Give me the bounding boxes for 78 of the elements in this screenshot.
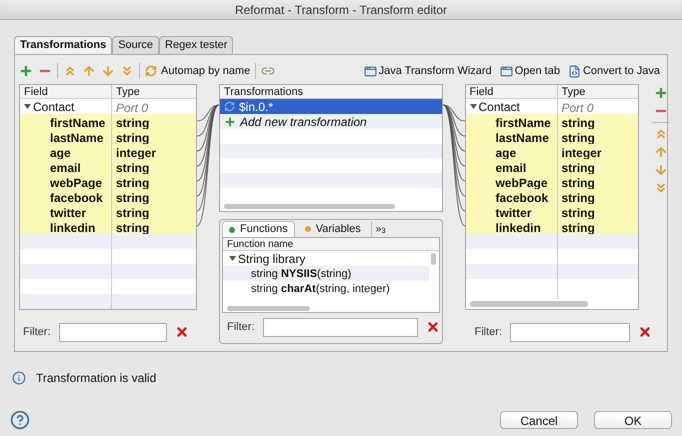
toolbar-button[interactable]: Open tab	[500, 62, 560, 80]
field-type: string	[560, 190, 595, 204]
clear-filter-icon[interactable]	[638, 325, 652, 339]
tab[interactable]: Source	[112, 36, 160, 54]
field-type: string	[115, 160, 150, 174]
automap-button[interactable]: Automap by name	[145, 62, 250, 80]
window-icon	[364, 64, 377, 78]
field-type: string	[115, 190, 150, 204]
info-icon	[12, 371, 26, 385]
window-title: Reformat - Transform - Transform editor	[234, 2, 448, 18]
move-down-icon[interactable]	[654, 163, 668, 177]
move-up-icon[interactable]	[654, 145, 668, 159]
dialog-button[interactable]: Cancel	[500, 411, 578, 429]
tab[interactable]: Regex tester	[159, 36, 234, 54]
field-type: string	[560, 175, 595, 189]
move-down-icon[interactable]	[101, 64, 115, 78]
expand-triangle-icon[interactable]	[470, 103, 476, 110]
move-bottom-icon[interactable]	[120, 64, 134, 78]
field-type: integer	[115, 145, 156, 159]
expand-triangle-icon[interactable]	[229, 255, 236, 262]
field-type: string	[560, 205, 595, 219]
tab[interactable]: Transformations	[14, 36, 112, 54]
function-row[interactable]: string NYSIIS(string)	[223, 266, 428, 281]
field-type: string	[115, 115, 150, 129]
move-top-icon[interactable]	[63, 64, 77, 78]
clear-filter-icon[interactable]	[426, 320, 440, 334]
record-name: Contact	[33, 98, 74, 116]
filter-field[interactable]	[262, 318, 418, 336]
code-file-icon	[568, 64, 581, 78]
filter-field[interactable]	[510, 322, 630, 342]
filter-label: Filter:	[474, 324, 502, 340]
field-type: string	[115, 175, 150, 189]
column-header: Type	[560, 85, 586, 98]
transformation-row[interactable]: Add new transformation	[220, 114, 442, 129]
expand-triangle-icon[interactable]	[24, 103, 31, 110]
refresh-icon	[145, 65, 157, 77]
column-header: Field	[20, 85, 112, 98]
add-icon	[224, 116, 236, 128]
help-icon[interactable]	[10, 410, 30, 430]
field-type: string	[560, 220, 595, 234]
field-type: string	[560, 160, 595, 174]
filter-field[interactable]	[58, 322, 166, 342]
port-label: Port 0	[560, 100, 594, 114]
filter-label: Filter:	[227, 320, 254, 335]
add-icon[interactable]	[19, 64, 33, 78]
field-type: string	[115, 205, 150, 219]
move-top-icon[interactable]	[654, 127, 668, 141]
scrollbar[interactable]	[227, 306, 310, 310]
column-header: Function name	[223, 238, 438, 251]
dialog-button[interactable]: OK	[594, 411, 672, 429]
field-type: string	[560, 130, 595, 144]
add-icon[interactable]	[654, 86, 668, 100]
scrollbar[interactable]	[431, 253, 436, 265]
field-type: integer	[560, 145, 602, 159]
tab[interactable]: Functions	[222, 221, 295, 237]
column-header: Field	[466, 85, 558, 98]
record-name: Contact	[478, 98, 520, 116]
toolbar-button[interactable]: Convert to Java	[568, 62, 660, 80]
port-label: Port 0	[115, 100, 148, 114]
move-bottom-icon[interactable]	[654, 181, 668, 195]
mapping-icon	[224, 101, 235, 112]
library-name: String library	[238, 250, 306, 268]
transformation-row[interactable]: $in.0.*	[220, 99, 442, 114]
move-up-icon[interactable]	[82, 64, 96, 78]
column-header: Transformations	[220, 85, 442, 99]
clear-filter-icon[interactable]	[174, 325, 188, 339]
scrollbar[interactable]	[470, 301, 588, 307]
tab[interactable]: Variables	[298, 221, 367, 237]
field-type: string	[115, 130, 150, 144]
function-row[interactable]: string charAt(string, integer)	[223, 281, 428, 296]
field-type: string	[560, 115, 595, 129]
window-icon	[500, 64, 513, 78]
toolbar-button[interactable]: Java Transform Wizard	[364, 62, 492, 80]
filter-label: Filter:	[23, 324, 50, 340]
status-message: Transformation is valid	[36, 370, 156, 387]
field-type: string	[115, 220, 150, 234]
scrollbar[interactable]	[224, 204, 395, 210]
column-header: Type	[115, 85, 140, 98]
